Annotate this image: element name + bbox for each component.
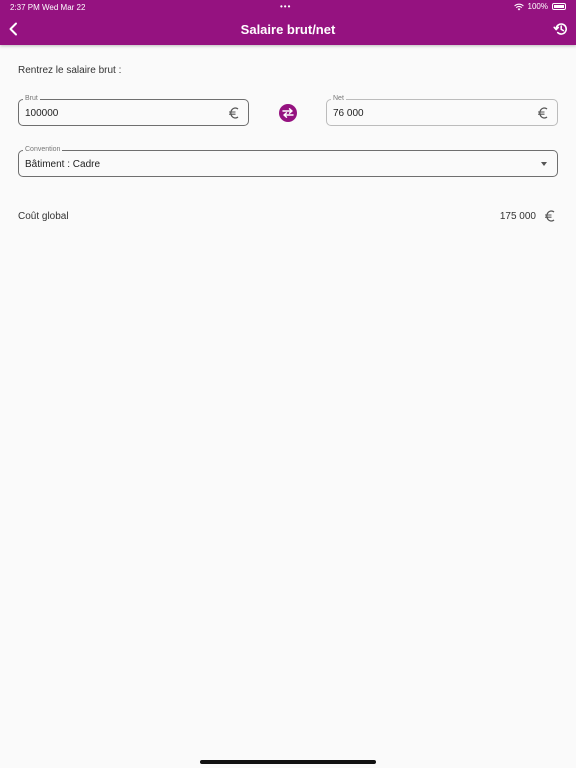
net-label: Net [331, 94, 346, 104]
page-title: Salaire brut/net [240, 22, 336, 37]
brut-input[interactable]: Brut 100000 [18, 94, 249, 126]
net-value[interactable]: 76 000 [333, 108, 364, 120]
convention-value[interactable]: Bâtiment : Cadre [25, 159, 100, 171]
net-input[interactable]: Net 76 000 [326, 94, 558, 126]
multitasking-dots[interactable]: ••• [280, 2, 291, 11]
convention-select[interactable]: Convention Bâtiment : Cadre [18, 145, 558, 177]
wifi-icon [513, 3, 524, 10]
history-icon[interactable] [553, 21, 569, 37]
brut-label: Brut [23, 94, 40, 104]
euro-icon [229, 107, 239, 119]
home-indicator[interactable] [200, 760, 376, 764]
battery-icon [552, 3, 566, 10]
swap-button[interactable] [279, 104, 297, 122]
euro-icon [545, 210, 555, 222]
status-time: 2:37 PM [10, 3, 40, 12]
cost-global-value: 175 000 [499, 211, 536, 222]
status-right: 100% [513, 2, 566, 11]
swap-icon [282, 108, 294, 118]
app-header: 2:37 PM Wed Mar 22 ••• 100% Salaire brut… [0, 0, 576, 45]
brut-value[interactable]: 100000 [25, 108, 58, 120]
battery-percent: 100% [527, 2, 548, 11]
status-date: Wed Mar 22 [42, 3, 86, 12]
dropdown-arrow-icon[interactable] [541, 162, 547, 166]
convention-label: Convention [23, 145, 63, 155]
instruction-label: Rentrez le salaire brut : [18, 65, 122, 76]
euro-icon [538, 107, 548, 119]
cost-global-label: Coût global [18, 211, 69, 222]
